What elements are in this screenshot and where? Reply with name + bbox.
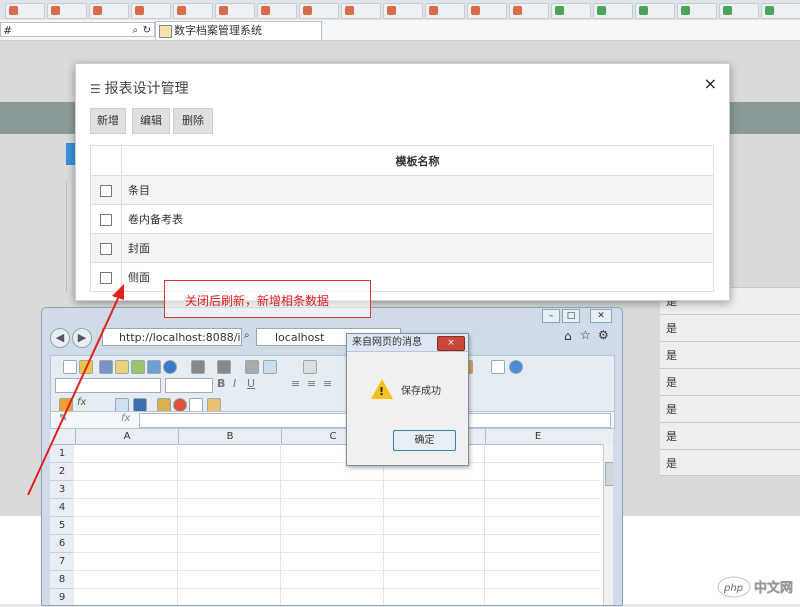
svg-text:php: php bbox=[723, 583, 743, 594]
svg-text:中文网: 中文网 bbox=[754, 580, 793, 596]
arrow-head bbox=[112, 284, 124, 300]
arrow-line bbox=[27, 293, 121, 496]
php-logo-icon: php 中文网 bbox=[717, 576, 793, 598]
php-watermark-logo: php 中文网 bbox=[716, 570, 800, 604]
annotation-arrow bbox=[27, 284, 124, 496]
